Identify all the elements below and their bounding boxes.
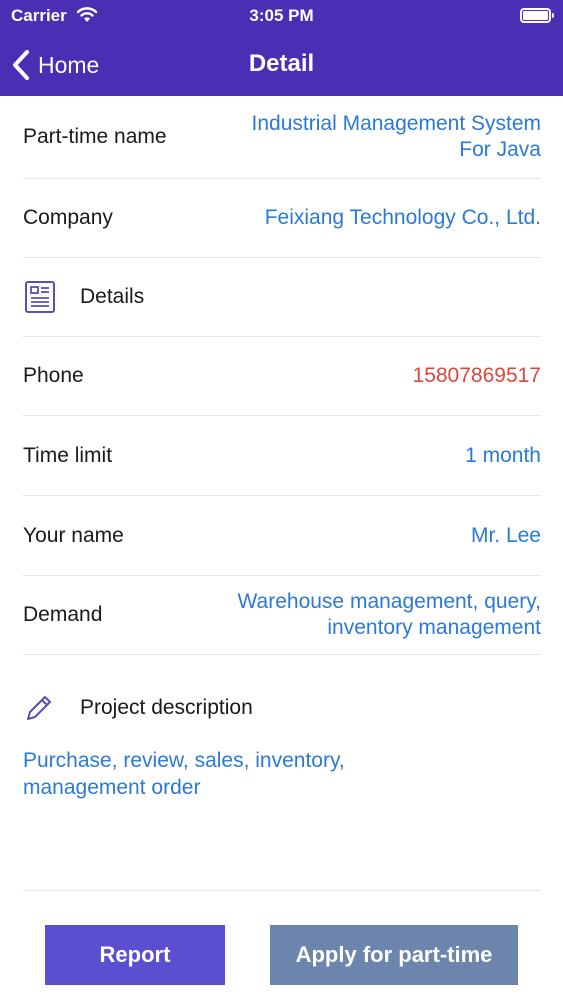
report-button[interactable]: Report [45, 925, 225, 985]
company-value: Feixiang Technology Co., Ltd. [264, 206, 541, 229]
your-name-value: Mr. Lee [470, 523, 541, 547]
demand-value: Warehouse management, query, inventory m… [237, 590, 542, 639]
row-company: Company Feixiang Technology Co., Ltd. [23, 179, 541, 258]
project-description-label: Project description [80, 696, 253, 719]
pencil-icon [27, 696, 51, 720]
project-description-text: Purchase, review, sales, inventory, mana… [23, 749, 345, 799]
status-time: 3:05 PM [249, 6, 314, 25]
company-label: Company [23, 206, 113, 229]
row-phone: Phone 15807869517 [23, 337, 541, 416]
apply-button[interactable]: Apply for part-time [270, 925, 518, 985]
page-title: Detail [248, 50, 315, 77]
phone-label: Phone [23, 364, 84, 387]
status-bar: Carrier 3:05 PM [0, 0, 563, 34]
part-time-name-label: Part-time name [23, 125, 167, 148]
row-time-limit: Time limit 1 month [23, 416, 541, 496]
phone-value[interactable]: 15807869517 [413, 363, 541, 389]
row-your-name: Your name Mr. Lee [23, 496, 541, 576]
document-list-icon [25, 281, 55, 313]
header: Carrier 3:05 PM Home Detail [0, 0, 563, 96]
divider [23, 890, 541, 891]
details-label: Details [80, 285, 145, 308]
time-limit-label: Time limit [23, 443, 113, 467]
demand-label: Demand [23, 603, 103, 626]
row-details[interactable]: Details [23, 258, 541, 337]
battery-icon [520, 8, 554, 23]
your-name-label: Your name [23, 523, 124, 547]
nav-bar: Home Detail [0, 34, 563, 96]
row-part-time-name: Part-time name Industrial Management Sys… [23, 96, 541, 179]
time-limit-value: 1 month [465, 443, 541, 467]
part-time-name-value: Industrial Management System For Java [251, 112, 541, 161]
row-demand: Demand Warehouse management, query, inve… [23, 576, 541, 655]
project-description-header: Project description [23, 686, 541, 730]
